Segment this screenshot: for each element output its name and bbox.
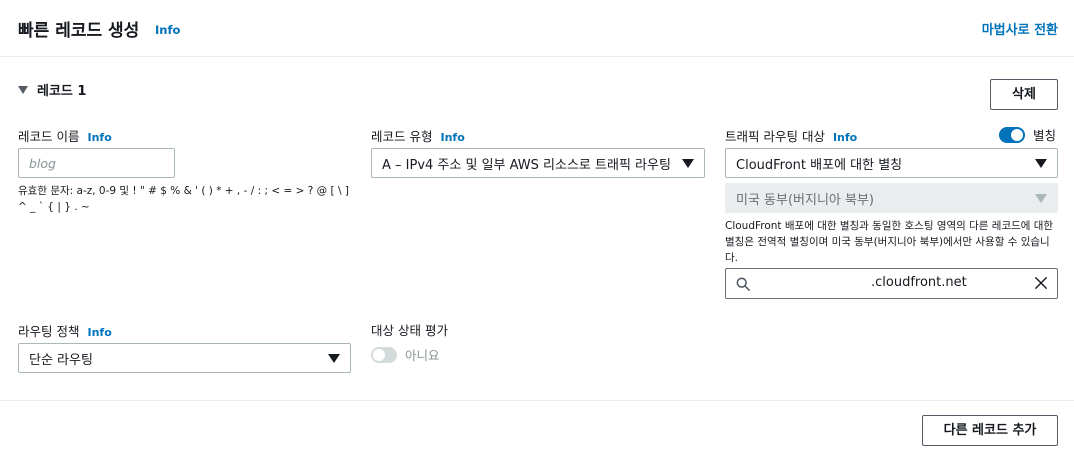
panel-header: 빠른 레코드 생성 Info 마법사로 전환	[0, 0, 1074, 57]
add-another-record-button[interactable]: 다른 레코드 추가	[922, 415, 1058, 446]
routing-policy-value: 단순 라우팅	[29, 352, 93, 368]
record-section-title: 레코드 1	[37, 84, 87, 99]
record-type-value: A – IPv4 주소 및 일부 AWS 리소스로 트래픽 라우팅	[382, 157, 671, 173]
route-target-info-link[interactable]: Info	[833, 131, 857, 144]
record-name-input[interactable]: blog	[18, 148, 175, 178]
header-info-link[interactable]: Info	[155, 23, 180, 37]
record-name-placeholder: blog	[29, 155, 56, 171]
record-name-hint: 유효한 문자: a-z, 0-9 및 ! " # $ % & ' ( ) * +…	[18, 185, 349, 213]
record-type-select[interactable]: A – IPv4 주소 및 일부 AWS 리소스로 트래픽 라우팅	[371, 148, 705, 178]
switch-knob	[1011, 128, 1023, 141]
routing-policy-label-text: 라우팅 정책	[18, 324, 80, 339]
record-name-label: 레코드 이름 Info	[18, 126, 112, 145]
evaluate-health-switch[interactable]	[371, 346, 397, 363]
region-select: 미국 동부(버지니아 북부)	[725, 183, 1058, 213]
distribution-search-input[interactable]: .cloudfront.net	[725, 268, 1058, 299]
page-title: 빠른 레코드 생성	[18, 21, 140, 41]
route-target-hint: CloudFront 배포에 대한 별칭과 동일한 호스팅 영역의 다른 레코드…	[725, 220, 1054, 264]
dropdown-arrow-icon	[682, 158, 694, 168]
footer-divider	[0, 400, 1074, 401]
alias-toggle-label: 별칭	[1033, 128, 1057, 143]
dropdown-arrow-icon	[328, 353, 340, 363]
record-type-info-link[interactable]: Info	[440, 131, 464, 144]
record-type-label-text: 레코드 유형	[371, 129, 433, 144]
route-endpoint-value: CloudFront 배포에 대한 별칭	[736, 157, 903, 173]
delete-record-button[interactable]: 삭제	[990, 79, 1058, 110]
routing-policy-info-link[interactable]: Info	[87, 326, 111, 339]
region-value: 미국 동부(버지니아 북부)	[736, 192, 875, 208]
switch-knob	[373, 348, 385, 361]
record-type-label: 레코드 유형 Info	[371, 126, 465, 145]
routing-policy-select[interactable]: 단순 라우팅	[18, 343, 351, 373]
alias-toggle[interactable]: 별칭	[999, 125, 1056, 144]
evaluate-health-label: 대상 상태 평가	[371, 323, 448, 338]
close-icon[interactable]	[1034, 276, 1048, 290]
distribution-search-value: .cloudfront.net	[871, 275, 967, 290]
routing-policy-label: 라우팅 정책 Info	[18, 321, 112, 340]
quick-create-record-panel: 빠른 레코드 생성 Info 마법사로 전환 레코드 1 삭제 레코드 이름 In…	[0, 0, 1074, 454]
record-name-label-text: 레코드 이름	[18, 129, 80, 144]
evaluate-health-toggle-label: 아니요	[405, 348, 440, 363]
route-endpoint-select[interactable]: CloudFront 배포에 대한 별칭	[725, 148, 1058, 178]
record-name-info-link[interactable]: Info	[87, 131, 111, 144]
switch-to-wizard-link[interactable]: 마법사로 전환	[982, 19, 1058, 38]
evaluate-health-toggle[interactable]: 아니요	[371, 345, 440, 364]
search-icon	[736, 277, 750, 291]
route-target-label-text: 트래픽 라우팅 대상	[725, 129, 825, 144]
alias-switch[interactable]	[999, 126, 1025, 143]
dropdown-arrow-icon	[1035, 158, 1047, 168]
caret-down-icon	[18, 85, 28, 94]
route-target-label: 트래픽 라우팅 대상 Info	[725, 126, 857, 145]
record-section-toggle[interactable]: 레코드 1	[18, 80, 86, 99]
dropdown-arrow-icon	[1035, 193, 1047, 203]
